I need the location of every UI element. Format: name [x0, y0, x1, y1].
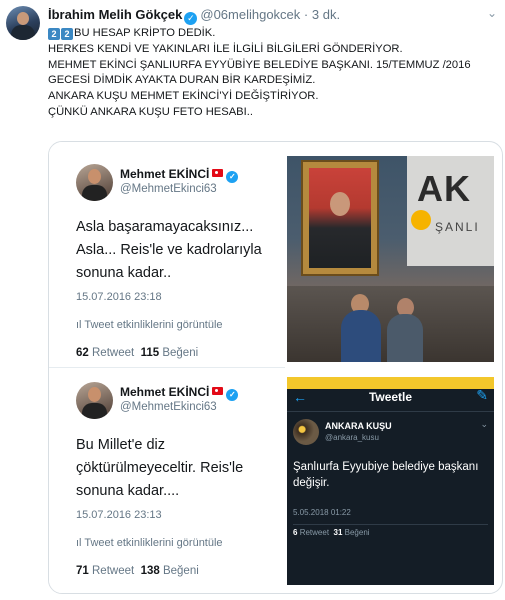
avatar-face [17, 12, 29, 25]
rally-photo: AK ŞANLI [287, 156, 494, 362]
tweet-line-6: ÇÜNKÜ ANKARA KUŞU FETO HESABI.. [48, 105, 253, 118]
tweet-media-image[interactable]: Mehmet EKİNCİ ✓ @MehmetEkinci63 Asla başa… [48, 141, 503, 594]
bulb-logo-icon [411, 210, 431, 230]
embedded-stats: 71 Retweet 138 Beğeni [76, 565, 199, 577]
tweet-screenshot: ← Tweetle ✎ ANKARA KUŞU @ankara_kusu ⌄ Ş… [287, 377, 494, 585]
tweet-line-4: GECESİ DİMDİK AYAKTA DURAN BİR KARDEŞİMİ… [48, 74, 316, 87]
author-name[interactable]: İbrahim Melih Gökçek [48, 7, 182, 22]
screenshot-handle: @ankara_kusu [325, 433, 379, 442]
embedded-stats: 62 Retweet 115 Beğeni [76, 347, 199, 359]
embedded-tweets-panel: Mehmet EKİNCİ ✓ @MehmetEkinci63 Asla başa… [49, 142, 285, 593]
embedded-activity: ıl Tweet etkinliklerini görüntüle [76, 319, 223, 331]
avatar-body [11, 25, 35, 40]
portrait-frame [301, 160, 379, 276]
embedded-body: Bu Millet'e diz çöktürülmeyeceltir. Reis… [76, 437, 244, 499]
tweet-line-2: HERKES KENDİ VE YAKINLARI İLE İLGİLİ BİL… [48, 42, 403, 55]
header-separator: · [303, 7, 309, 22]
owl-avatar [293, 419, 319, 445]
embedded-handle: @MehmetEkinci63 [120, 183, 217, 195]
author-avatar[interactable] [6, 6, 40, 40]
screenshot-text: Şanlıurfa Eyyubiye belediye başkanı deği… [293, 461, 479, 489]
tweet-line-3: MEHMET EKİNCİ ŞANLIURFA EYYÜBİYE BELEDİY… [48, 58, 471, 71]
screenshot-stats: 6 Retweet 31 Beğeni [293, 528, 370, 537]
verified-badge-icon: ✓ [226, 389, 239, 401]
photo-sign-text: AK [417, 168, 471, 209]
embedded-avatar [76, 164, 113, 201]
tweet-line-5: ANKARA KUŞU MEHMET EKİNCİ'Yİ DEĞİŞTİRİYO… [48, 90, 319, 103]
chevron-down-icon[interactable]: ⌄ [487, 6, 497, 20]
keycap-2-icon: 2 [61, 28, 73, 40]
tweet-header: İbrahim Melih Gökçek ✓ @06melihgokcek · 3 … [48, 6, 495, 25]
author-handle[interactable]: @06melihgokcek [200, 7, 300, 22]
embedded-name: Mehmet EKİNCİ ✓ [120, 167, 239, 183]
photo-sign-subtext: ŞANLI [435, 220, 480, 234]
chevron-down-icon: ⌄ [480, 419, 488, 429]
embedded-divider [49, 367, 285, 368]
keycap-2-icon: 2 [48, 28, 60, 40]
tweet-line-1: 2 2 BU HESAP KRİPTO DEDİK. [48, 26, 495, 42]
embedded-timestamp: 15.07.2016 23:18 [76, 291, 162, 303]
compose-icon: ✎ [476, 387, 488, 403]
embedded-activity: ıl Tweet etkinliklerini görüntüle [76, 537, 223, 549]
screenshot-name: ANKARA KUŞU [325, 421, 392, 431]
embedded-body: Asla başaramayacaksınız... Asla... Reis'… [76, 219, 262, 281]
embedded-name: Mehmet EKİNCİ ✓ [120, 385, 239, 401]
embedded-avatar [76, 382, 113, 419]
screenshot-date: 5.05.2018 01:22 [293, 508, 351, 517]
embedded-handle: @MehmetEkinci63 [120, 401, 217, 413]
tweet-time[interactable]: 3 dk. [312, 7, 340, 22]
verified-badge-icon: ✓ [184, 12, 198, 25]
turkey-flag-icon [212, 387, 224, 395]
turkey-flag-icon [212, 169, 224, 177]
screenshot-title: Tweetle [368, 390, 413, 404]
embedded-timestamp: 15.07.2016 23:13 [76, 509, 162, 521]
verified-badge-icon: ✓ [226, 171, 239, 183]
tweet-text: 2 2 BU HESAP KRİPTO DEDİK. HERKES KENDİ VE… [48, 26, 495, 121]
